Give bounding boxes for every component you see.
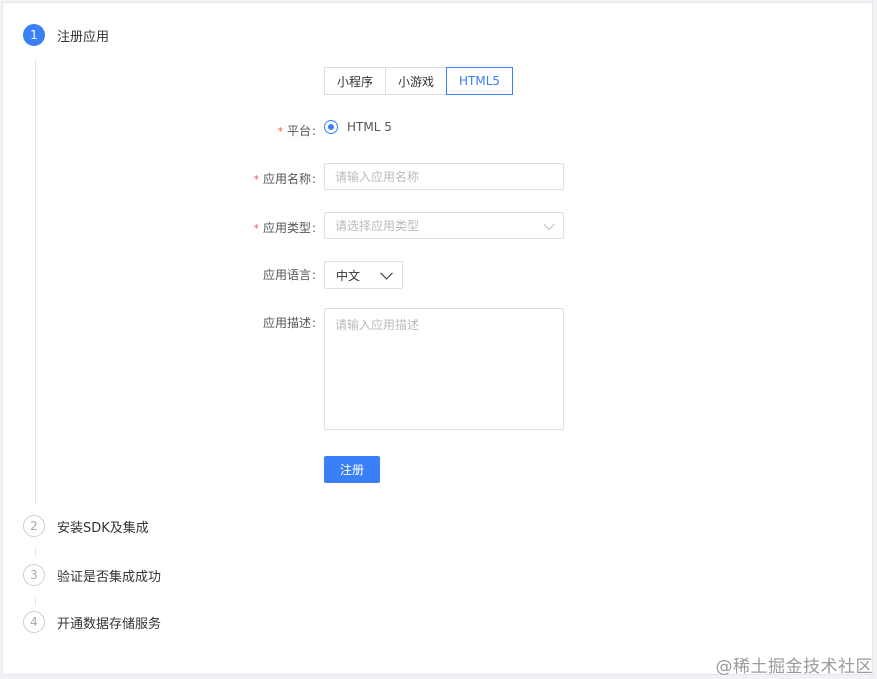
step-connector <box>35 60 36 505</box>
tab-mini-game[interactable]: 小游戏 <box>385 67 448 95</box>
app-language-label: 应用语言: <box>262 268 316 282</box>
step-number-badge: 2 <box>23 515 45 537</box>
step-2[interactable]: 2 安装SDK及集成 <box>23 515 149 537</box>
step-connector <box>35 548 36 556</box>
platform-label: * 平台: <box>277 124 316 138</box>
required-mark: * <box>253 173 259 186</box>
step-3[interactable]: 3 验证是否集成成功 <box>23 564 161 586</box>
app-category-label: * 应用类型: <box>253 221 316 235</box>
step-number-badge: 3 <box>23 564 45 586</box>
step-number-badge: 1 <box>23 24 45 46</box>
step-1: 1 注册应用 <box>23 24 109 46</box>
step-title: 安装SDK及集成 <box>57 520 149 536</box>
required-mark: * <box>277 125 283 138</box>
app-language-select[interactable]: 中文 <box>324 261 403 289</box>
radio-label: HTML 5 <box>347 120 392 134</box>
selected-value: 中文 <box>336 268 361 283</box>
step-title: 开通数据存储服务 <box>57 616 162 632</box>
step-title: 验证是否集成成功 <box>57 569 162 585</box>
watermark: @稀土掘金技术社区 <box>715 657 873 677</box>
chevron-down-icon <box>543 218 555 230</box>
step-4[interactable]: 4 开通数据存储服务 <box>23 611 161 633</box>
placeholder-text: 请输入应用描述 <box>335 318 420 332</box>
tab-html5[interactable]: HTML5 <box>446 67 514 95</box>
radio-checked-icon <box>324 120 338 134</box>
placeholder-text: 请选择应用类型 <box>335 219 420 233</box>
register-button[interactable]: 注册 <box>324 456 380 483</box>
step-connector <box>35 597 36 605</box>
app-name-input[interactable]: 请输入应用名称 <box>324 163 564 190</box>
tab-mini-program[interactable]: 小程序 <box>324 67 387 95</box>
step-title: 注册应用 <box>57 29 110 45</box>
app-description-textarea[interactable]: 请输入应用描述 <box>324 308 564 430</box>
app-category-select[interactable]: 请选择应用类型 <box>324 212 564 239</box>
required-mark: * <box>253 222 259 235</box>
app-type-tabs: 小程序 小游戏 HTML5 <box>324 67 514 95</box>
app-name-label: * 应用名称: <box>253 172 316 186</box>
step-number-badge: 4 <box>23 611 45 633</box>
app-description-label: 应用描述: <box>262 316 316 330</box>
chevron-down-icon <box>380 266 393 280</box>
platform-radio-html5[interactable]: HTML 5 <box>324 120 392 134</box>
placeholder-text: 请输入应用名称 <box>335 170 420 184</box>
register-app-panel: 1 注册应用 小程序 小游戏 HTML5 * 平台: HTML 5 * 应用名称: … <box>2 2 873 675</box>
